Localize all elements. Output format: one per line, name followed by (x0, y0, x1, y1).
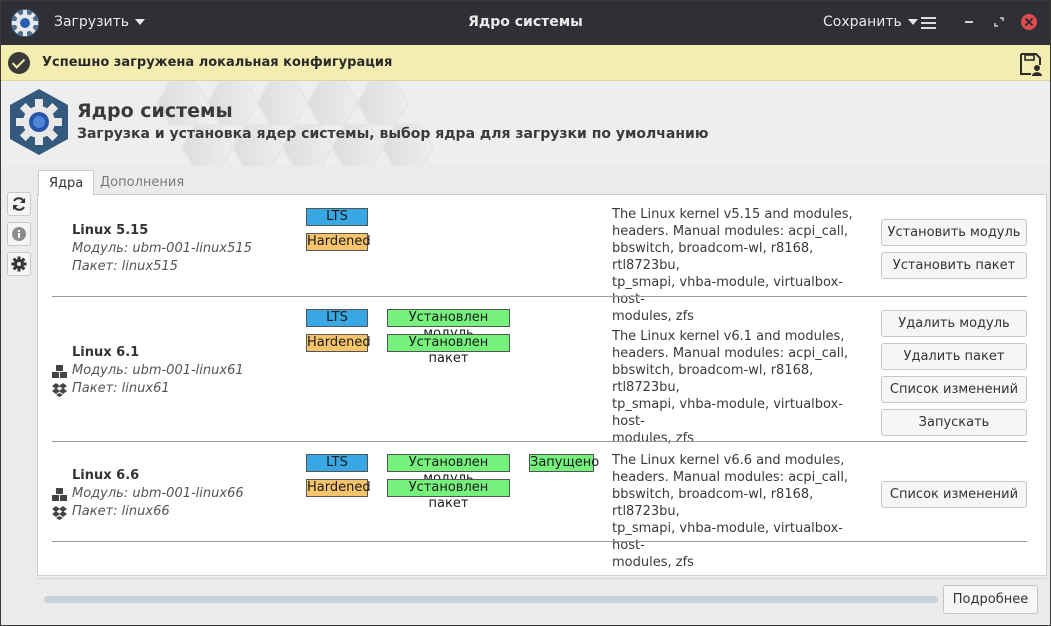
lts-badge: LTS (306, 454, 368, 472)
hexagon-background-decoration (155, 81, 435, 166)
kernel-row: Linux 6.6 Модуль: ubm-001-linux66 Пакет:… (52, 442, 1027, 570)
hardened-badge: Hardened (306, 334, 371, 352)
install-module-button[interactable]: Установить модуль (881, 219, 1027, 246)
package-installed-badge: Установлен пакет (387, 334, 510, 366)
changelog-button[interactable]: Список изменений (881, 376, 1027, 403)
kernel-module: Модуль: ubm-001-linux515 (72, 241, 252, 256)
kernel-module: Модуль: ubm-001-linux66 (72, 486, 244, 501)
tab-extras[interactable]: Дополнения (90, 170, 194, 195)
kernel-description: The Linux kernel v6.1 and modules, heade… (612, 329, 849, 446)
check-circle-icon (8, 52, 30, 74)
kernel-module: Модуль: ubm-001-linux61 (72, 363, 244, 378)
remove-module-button[interactable]: Удалить модуль (881, 310, 1027, 337)
close-icon[interactable] (1021, 14, 1037, 30)
kernel-row: Linux 5.15 Модуль: ubm-001-linux515 Паке… (52, 195, 1027, 324)
lts-badge: LTS (306, 208, 368, 226)
remove-package-button[interactable]: Удалить пакет (881, 343, 1027, 370)
row-divider (52, 541, 1027, 542)
details-button[interactable]: Подробнее (943, 585, 1038, 614)
save-profile-icon[interactable] (1018, 51, 1044, 77)
package-installed-badge: Установлен пакет (387, 479, 510, 511)
kernel-gear-logo-icon (10, 89, 68, 155)
settings-button[interactable] (7, 252, 31, 276)
kernels-panel: Linux 5.15 Модуль: ubm-001-linux515 Паке… (37, 194, 1047, 576)
changelog-button[interactable]: Список изменений (881, 481, 1027, 508)
run-button[interactable]: Запускать (881, 409, 1027, 436)
refresh-icon (13, 197, 25, 211)
kernel-name: Linux 6.6 (72, 468, 140, 483)
running-badge: Запущено (529, 454, 600, 472)
notification-bar: Успешно загружена локальная конфигурация (0, 45, 1051, 81)
page-header: Ядро системы Загрузка и установка ядер с… (0, 81, 1051, 166)
chevron-down-icon (907, 19, 918, 25)
refresh-button[interactable] (7, 192, 31, 216)
kernel-row: Linux 6.1 Модуль: ubm-001-linux61 Пакет:… (52, 297, 1027, 446)
module-installed-badge: Установлен модуль (387, 309, 510, 341)
page-subtitle: Загрузка и установка ядер системы, выбор… (77, 126, 709, 142)
kernel-name: Linux 5.15 (72, 223, 149, 238)
kernel-package: Пакет: linux61 (72, 381, 170, 396)
minimize-icon[interactable] (965, 21, 973, 23)
dropbox-icon (52, 506, 67, 520)
info-button[interactable] (7, 222, 31, 246)
hamburger-menu-icon[interactable] (920, 15, 938, 33)
dropbox-icon (52, 383, 67, 397)
module-installed-badge: Установлен модуль (387, 454, 510, 486)
progress-bar (44, 596, 938, 603)
tab-kernels[interactable]: Ядра (38, 170, 95, 196)
save-menu[interactable]: Сохранить (823, 14, 918, 30)
kernel-name: Linux 6.1 (72, 345, 140, 360)
cubes-icon (52, 365, 67, 378)
lts-badge: LTS (306, 309, 368, 327)
page-title: Ядро системы (77, 100, 233, 122)
footer-divider (37, 578, 1047, 579)
kernel-description: The Linux kernel v6.6 and modules, heade… (612, 453, 849, 570)
install-package-button[interactable]: Установить пакет (881, 252, 1027, 279)
cubes-icon (52, 488, 67, 501)
kernel-package: Пакет: linux515 (72, 259, 178, 274)
notification-text: Успешно загружена локальная конфигурация (42, 55, 393, 70)
hardened-badge: Hardened (306, 479, 371, 497)
kernel-package: Пакет: linux66 (72, 504, 170, 519)
info-icon (12, 227, 26, 241)
maximize-icon[interactable] (994, 17, 1004, 27)
title-bar: Загрузить Ядро системы Сохранить (0, 0, 1051, 45)
gear-icon (11, 256, 27, 272)
hardened-badge: Hardened (306, 233, 371, 251)
save-menu-label: Сохранить (823, 14, 902, 30)
